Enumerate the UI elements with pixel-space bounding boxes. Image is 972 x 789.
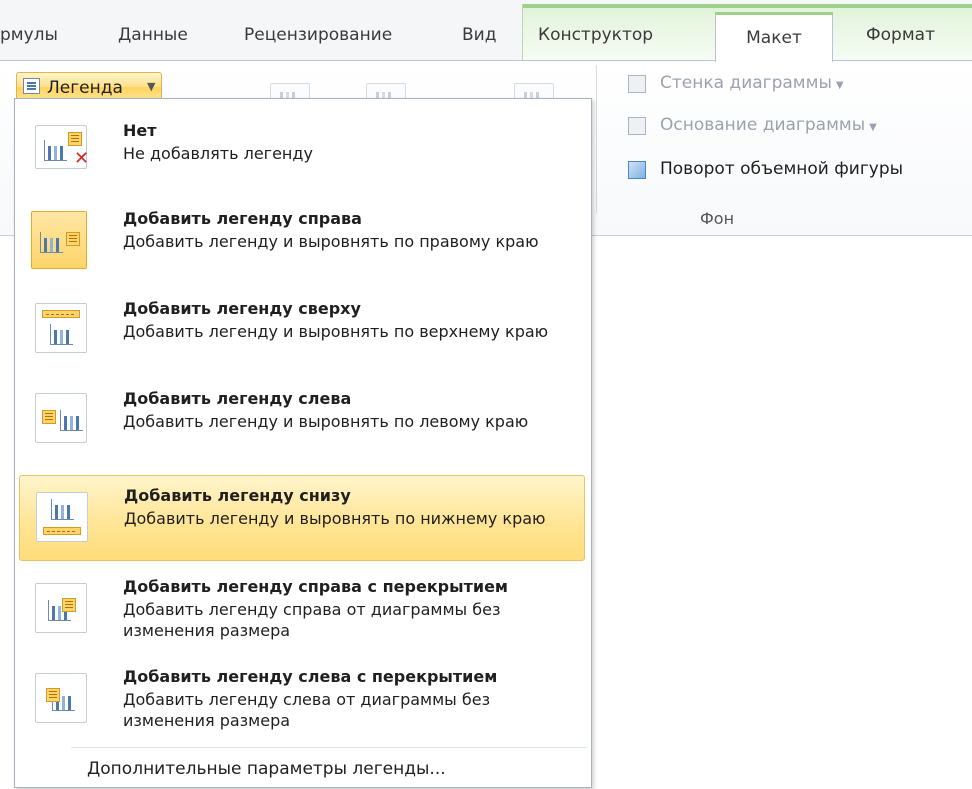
legend-right-overlay-icon [35,583,87,633]
ribbon-tab-bar: рмулы Данные Рецензирование Вид Конструк… [0,0,972,62]
background-group-label: Фон [700,209,735,228]
menu-item-legend-right[interactable]: Добавить легенду справа Добавить легенду… [19,197,585,285]
menu-item-title: Добавить легенду справа [123,209,362,228]
tab-design[interactable]: Конструктор [538,16,698,60]
chevron-down-icon: ▼ [869,122,877,133]
tab-view[interactable]: Вид [462,16,502,60]
menu-item-legend-left-overlay[interactable]: Добавить легенду слева с перекрытием Доб… [19,657,585,745]
menu-item-description: Добавить легенду и выровнять по левому к… [123,412,529,431]
chart-floor-icon [628,117,646,135]
menu-item-legend-none[interactable]: ✕ Нет Не добавлять легенду [19,111,585,185]
menu-item-description: Добавить легенду и выровнять по правому … [123,232,539,251]
legend-dropdown-menu: ✕ Нет Не добавлять легенду Добавить леге… [14,98,592,788]
menu-item-legend-bottom[interactable]: Добавить легенду снизу Добавить легенду … [19,475,585,561]
chart-floor-button[interactable]: Основание диаграммы ▼ [660,115,877,135]
chart-wall-button[interactable]: Стенка диаграммы ▼ [660,73,844,93]
legend-left-overlay-icon [35,673,87,723]
tab-layout[interactable]: Макет [715,12,833,62]
group-separator [596,65,597,213]
chart-floor-label: Основание диаграммы [660,115,866,135]
menu-item-description: Добавить легенду слева от диаграммы без … [123,690,491,730]
menu-item-description: Добавить легенду и выровнять по верхнему… [123,322,549,341]
legend-left-icon [35,393,87,443]
tab-format[interactable]: Формат [866,16,966,60]
menu-separator [71,747,587,748]
menu-item-title: Добавить легенду слева [123,389,352,408]
legend-bottom-icon [36,492,88,542]
menu-item-title: Добавить легенду снизу [124,486,351,505]
chevron-down-icon: ▼ [835,80,844,91]
tab-review[interactable]: Рецензирование [244,16,434,60]
menu-item-description: Добавить легенду и выровнять по нижнему … [124,509,546,528]
menu-item-legend-top[interactable]: Добавить легенду сверху Добавить легенду… [19,287,585,375]
menu-item-title: Добавить легенду слева с перекрытием [123,667,498,686]
tab-formulas[interactable]: рмулы [0,16,94,60]
chart-wall-label: Стенка диаграммы [660,73,832,93]
menu-item-description: Не добавлять легенду [123,144,313,163]
menu-item-title: Добавить легенду справа с перекрытием [123,577,509,596]
menu-item-legend-left[interactable]: Добавить легенду слева Добавить легенду … [19,377,585,465]
tab-data[interactable]: Данные [118,16,210,60]
chart-wall-icon [628,75,646,93]
legend-icon [23,78,40,94]
legend-top-icon [35,303,87,353]
menu-item-legend-right-overlay[interactable]: Добавить легенду справа с перекрытием До… [19,567,585,655]
no-legend-icon: ✕ [35,125,89,169]
menu-item-title: Нет [123,121,157,140]
menu-item-title: Добавить легенду сверху [123,299,361,318]
3d-rotation-icon [628,161,646,179]
more-legend-options-item[interactable]: Дополнительные параметры легенды... [87,759,446,779]
menu-item-description: Добавить легенду справа от диаграммы без… [123,600,501,640]
legend-right-icon [31,211,87,269]
3d-rotation-button[interactable]: Поворот объемной фигуры [660,159,903,179]
